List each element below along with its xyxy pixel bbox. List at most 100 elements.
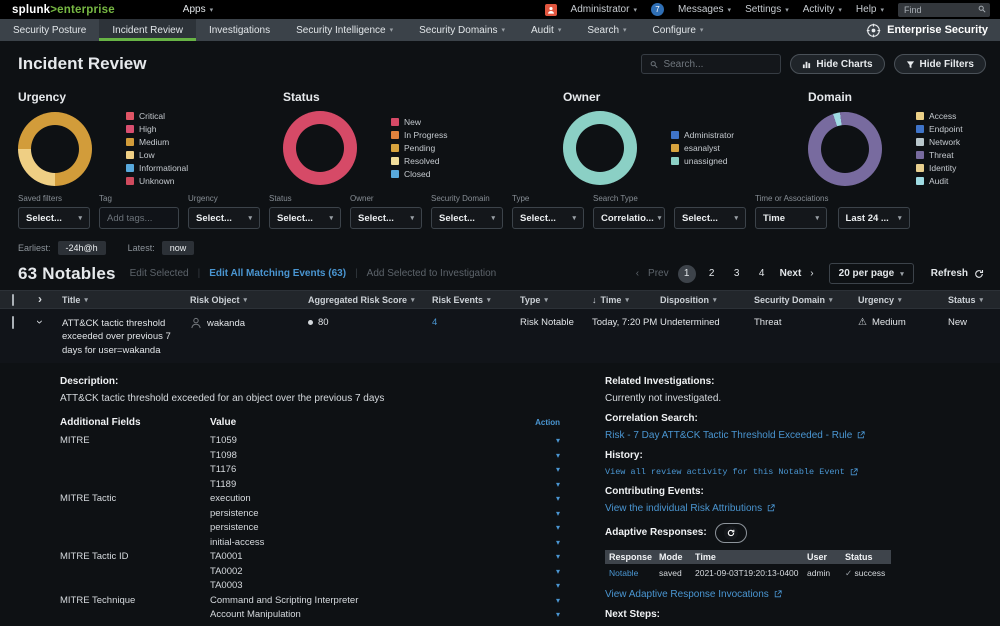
field-action-caret[interactable]: ▾: [515, 550, 560, 565]
filter-dropdown[interactable]: Select...▾: [674, 207, 746, 229]
select-all-checkbox[interactable]: [12, 294, 14, 306]
refresh-button[interactable]: Refresh: [931, 268, 984, 279]
hide-charts-button[interactable]: Hide Charts: [790, 54, 884, 74]
filter-dropdown[interactable]: Select...▾: [350, 207, 422, 229]
correlation-search-link[interactable]: Risk - 7 Day ATT&CK Tactic Threshold Exc…: [605, 430, 986, 441]
hide-filters-button[interactable]: Hide Filters: [894, 54, 986, 74]
field-action-caret[interactable]: ▾: [515, 594, 560, 609]
legend-item-audit: Audit: [916, 176, 963, 186]
per-page-dropdown[interactable]: 20 per page▾: [829, 263, 914, 284]
filter-dropdown[interactable]: Correlatio...▾: [593, 207, 665, 229]
column-header-time[interactable]: ↓Time▾: [592, 295, 660, 305]
tab-audit[interactable]: Audit▾: [518, 19, 574, 41]
messages-menu[interactable]: Messages▾: [678, 4, 731, 15]
tab-investigations[interactable]: Investigations: [196, 19, 283, 41]
column-header-disposition[interactable]: Disposition▾: [660, 295, 754, 305]
history-link[interactable]: View all review activity for this Notabl…: [605, 467, 986, 477]
legend-item-critical: Critical: [126, 111, 188, 121]
help-menu[interactable]: Help▾: [856, 4, 884, 15]
notable-table-row[interactable]: › ATT&CK tactic threshold exceeded over …: [0, 309, 1000, 363]
notable-search-input[interactable]: [663, 59, 772, 70]
column-header-risk-object[interactable]: Risk Object▾: [190, 295, 308, 305]
filter-label: Security Domain: [431, 194, 503, 204]
activity-menu[interactable]: Activity▾: [803, 4, 842, 15]
tab-security-intelligence[interactable]: Security Intelligence▾: [283, 19, 406, 41]
column-header-status[interactable]: Status▾: [948, 295, 1000, 305]
next-arrow-icon[interactable]: ›: [810, 268, 813, 279]
add-to-investigation-link[interactable]: Add Selected to Investigation: [367, 268, 497, 279]
field-action-caret[interactable]: ▾: [515, 579, 560, 594]
collapse-row-icon[interactable]: ›: [35, 320, 45, 324]
page-4[interactable]: 4: [753, 265, 771, 283]
find-search-box[interactable]: [898, 3, 990, 17]
tab-security-domains[interactable]: Security Domains▾: [406, 19, 518, 41]
field-action-caret[interactable]: ▾: [515, 492, 560, 507]
field-action-caret[interactable]: ▾: [515, 507, 560, 522]
edit-selected-link[interactable]: Edit Selected: [130, 268, 189, 279]
divider: |: [355, 268, 358, 279]
tab-search[interactable]: Search▾: [574, 19, 639, 41]
donut-status: [283, 111, 357, 185]
next-button[interactable]: Next: [780, 268, 802, 279]
splunk-logo[interactable]: splunk>enterprise: [12, 4, 115, 16]
notable-search-box[interactable]: [641, 54, 781, 74]
tab-security-posture[interactable]: Security Posture: [0, 19, 99, 41]
column-label: Disposition: [660, 295, 709, 305]
row-checkbox[interactable]: [12, 316, 14, 329]
apps-menu[interactable]: Apps▾: [183, 4, 213, 15]
target-icon: [866, 23, 881, 38]
field-action-caret[interactable]: ▾: [515, 449, 560, 464]
contributing-events-link[interactable]: View the individual Risk Attributions: [605, 503, 986, 514]
adaptive-response-link[interactable]: Notable: [605, 564, 655, 581]
earliest-value-chip[interactable]: -24h@h: [58, 241, 106, 255]
tab-incident-review[interactable]: Incident Review: [99, 19, 196, 41]
column-header-title[interactable]: Title▾: [62, 295, 190, 305]
column-header-risk-events[interactable]: Risk Events▾: [432, 295, 520, 305]
disposition-cell: Undetermined: [660, 317, 754, 328]
field-action-caret[interactable]: ▾: [515, 434, 560, 449]
filter-dropdown[interactable]: Select...▾: [18, 207, 90, 229]
adaptive-refresh-button[interactable]: [715, 523, 747, 543]
filter-dropdown[interactable]: Select...▾: [512, 207, 584, 229]
adaptive-col-status: Status: [841, 550, 891, 564]
expand-all-icon[interactable]: ›: [38, 294, 42, 304]
tag-input[interactable]: [99, 207, 179, 229]
settings-menu[interactable]: Settings▾: [745, 4, 789, 15]
field-action-caret[interactable]: ▾: [515, 521, 560, 536]
column-header-urgency[interactable]: Urgency▾: [858, 295, 948, 305]
column-header-aggregated-risk-score[interactable]: Aggregated Risk Score▾: [308, 295, 432, 305]
adaptive-col-mode: Mode: [655, 550, 691, 564]
field-action-caret[interactable]: ▾: [515, 478, 560, 493]
adaptive-invocations-link[interactable]: View Adaptive Response Invocations: [605, 589, 986, 600]
risk-events-link[interactable]: 4: [432, 317, 520, 328]
field-action-caret[interactable]: ▾: [515, 608, 560, 623]
filter-extra: Select...▾: [674, 194, 746, 229]
tab-configure[interactable]: Configure▾: [640, 19, 717, 41]
filter-dropdown[interactable]: Time▾: [755, 207, 827, 229]
filter-dropdown[interactable]: Select...▾: [431, 207, 503, 229]
edit-all-matching-link[interactable]: Edit All Matching Events (63): [209, 268, 346, 279]
filter-dropdown[interactable]: Select...▾: [269, 207, 341, 229]
page-1[interactable]: 1: [678, 265, 696, 283]
latest-value-chip[interactable]: now: [162, 241, 195, 255]
prev-button[interactable]: Prev: [648, 268, 669, 279]
find-input[interactable]: [904, 5, 974, 15]
field-action-caret[interactable]: ▾: [515, 565, 560, 580]
user-avatar[interactable]: [545, 4, 557, 16]
sort-caret-icon: ▾: [244, 296, 248, 304]
prev-arrow-icon[interactable]: ‹: [636, 268, 639, 279]
field-action-caret[interactable]: ▾: [515, 536, 560, 551]
page-3[interactable]: 3: [728, 265, 746, 283]
page-2[interactable]: 2: [703, 265, 721, 283]
field-value: persistence: [210, 507, 515, 522]
field-action-caret[interactable]: ▾: [515, 463, 560, 478]
filter-dropdown[interactable]: Last 24 ...▾: [838, 207, 910, 229]
column-header-security-domain[interactable]: Security Domain▾: [754, 295, 858, 305]
filter-dropdown[interactable]: Select...▾: [188, 207, 260, 229]
column-header-type[interactable]: Type▾: [520, 295, 592, 305]
enterprise-security-brand[interactable]: Enterprise Security: [866, 19, 1000, 41]
filter-search-type: Search TypeCorrelatio...▾: [593, 194, 665, 229]
administrator-menu[interactable]: Administrator▾: [571, 4, 637, 15]
external-link-icon: [857, 431, 865, 439]
aggregated-risk-score-cell: 80: [308, 317, 432, 328]
